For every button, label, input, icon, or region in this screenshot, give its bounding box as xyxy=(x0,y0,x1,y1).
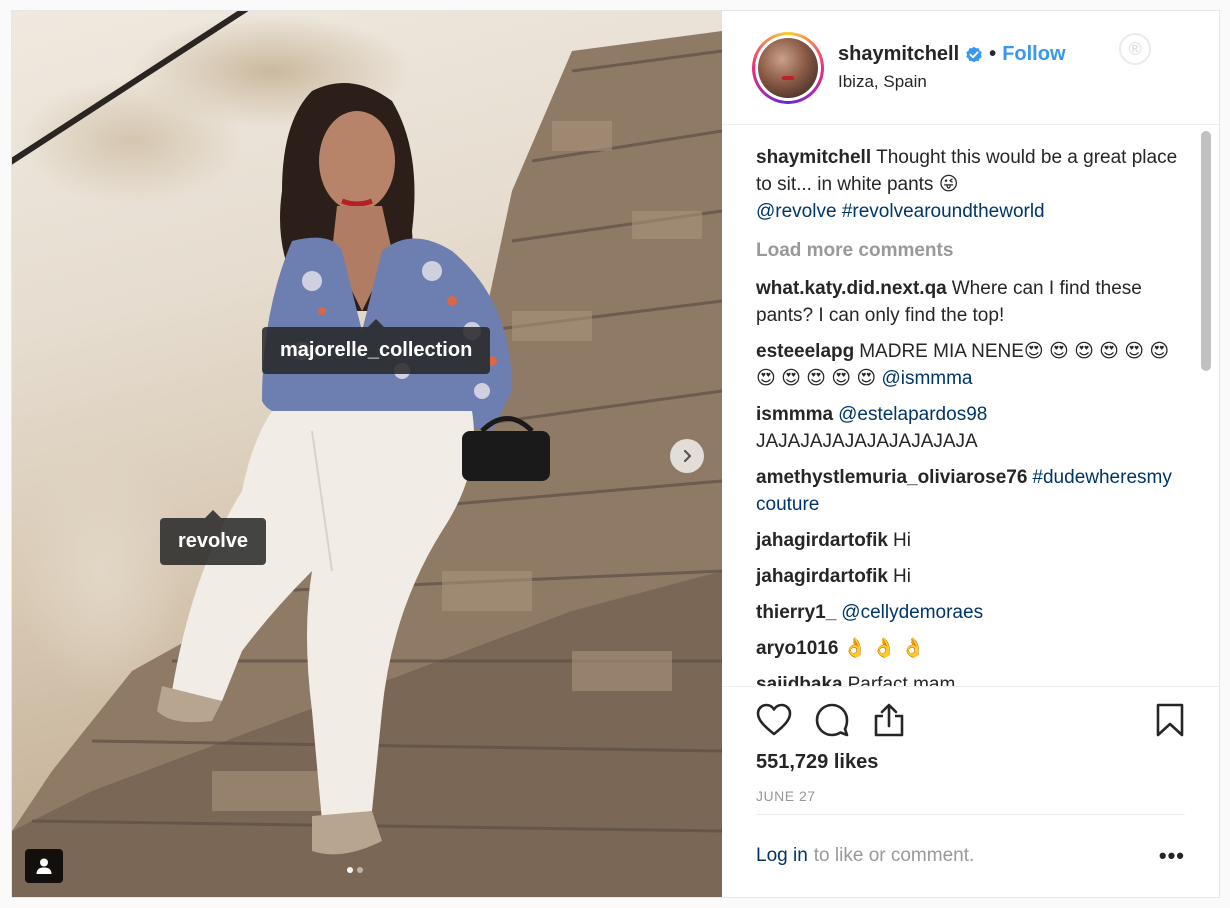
person-icon xyxy=(36,858,52,874)
likes-count[interactable]: 551,729 likes xyxy=(756,751,1185,774)
post-side-panel: ® shaymitchell • Follow Ibiza, Spain sha… xyxy=(722,11,1219,897)
follow-button[interactable]: Follow xyxy=(1002,43,1065,66)
comment-username[interactable]: aryo1016 xyxy=(756,638,838,659)
avatar[interactable] xyxy=(752,31,824,104)
comments-scrollbar[interactable] xyxy=(1201,131,1211,371)
login-bar: Log in to like or comment. ••• xyxy=(756,814,1185,896)
comment-item: sajidbaka Parfact mam xyxy=(756,671,1179,686)
login-prompt-text: to like or comment. xyxy=(813,844,975,866)
caption-username[interactable]: shaymitchell xyxy=(756,147,871,168)
header-user-line: shaymitchell • Follow xyxy=(838,43,1066,66)
header-username[interactable]: shaymitchell xyxy=(838,43,959,66)
post-caption: shaymitchell Thought this would be a grea… xyxy=(756,144,1179,225)
carousel-indicator xyxy=(347,867,363,873)
speech-bubble-icon xyxy=(815,703,849,737)
next-slide-button[interactable] xyxy=(670,439,704,473)
comment-button[interactable] xyxy=(814,702,850,738)
post-header: shaymitchell • Follow Ibiza, Spain xyxy=(722,11,1219,125)
header-text: shaymitchell • Follow Ibiza, Spain xyxy=(838,43,1066,92)
comment-text: Hi xyxy=(892,566,911,587)
comment-text: 👌 👌 👌 xyxy=(843,638,925,659)
photo-tag-revolve[interactable]: revolve xyxy=(160,510,267,565)
comment-username[interactable]: esteeelapg xyxy=(756,341,854,362)
comment-item: amethystlemuria_oliviarose76 #dudewheresm… xyxy=(756,464,1179,518)
comment-mention[interactable]: @cellydemoraes xyxy=(841,602,983,623)
comment-username[interactable]: thierry1_ xyxy=(756,602,836,623)
comment-item: jahagirdartofik Hi xyxy=(756,527,1179,554)
post-location[interactable]: Ibiza, Spain xyxy=(838,72,1066,92)
post-date[interactable]: JUNE 27 xyxy=(756,788,1185,804)
comment-text: JAJAJAJAJAJAJAJAJAJA xyxy=(756,431,978,452)
chevron-right-icon xyxy=(683,449,692,463)
photo-tag-label: majorelle_collection xyxy=(280,339,473,361)
comment-text: Hi xyxy=(892,530,911,551)
comment-mention[interactable]: @ismmma xyxy=(881,368,972,389)
comment-item: ismmma @estelapardos98 JAJAJAJAJAJAJAJAJA… xyxy=(756,401,1179,455)
like-button[interactable] xyxy=(756,703,792,737)
caption-mention[interactable]: @revolve xyxy=(756,201,837,222)
avatar-inner xyxy=(755,34,821,101)
comment-item: jahagirdartofik Hi xyxy=(756,563,1179,590)
more-options-button[interactable]: ••• xyxy=(1159,843,1185,869)
heart-icon xyxy=(756,703,792,736)
post-photo[interactable]: majorelle_collection revolve xyxy=(12,11,722,897)
comment-username[interactable]: amethystlemuria_oliviarose76 xyxy=(756,467,1027,488)
verified-badge-icon xyxy=(965,46,983,64)
share-icon xyxy=(874,703,904,737)
caption-hashtag[interactable]: #revolvearoundtheworld xyxy=(842,201,1045,222)
comment-username[interactable]: jahagirdartofik xyxy=(756,530,888,551)
load-more-comments-button[interactable]: Load more comments xyxy=(756,237,1179,264)
photo-tag-label: revolve xyxy=(178,530,249,552)
login-link[interactable]: Log in xyxy=(756,845,808,867)
photo-tag-majorelle[interactable]: majorelle_collection xyxy=(262,319,491,374)
comment-item: what.katy.did.next.qa Where can I find th… xyxy=(756,275,1179,329)
avatar-image xyxy=(758,37,818,98)
post-container: majorelle_collection revolve ® shaymitch… xyxy=(11,10,1220,898)
comment-username[interactable]: jahagirdartofik xyxy=(756,566,888,587)
share-button[interactable] xyxy=(872,702,906,738)
comments-list[interactable]: shaymitchell Thought this would be a grea… xyxy=(722,126,1219,686)
bookmark-icon xyxy=(1156,703,1184,737)
comment-mention[interactable]: @estelapardos98 xyxy=(838,404,987,425)
comment-item: aryo1016 👌 👌 👌 xyxy=(756,635,1179,662)
post-actions: 551,729 likes JUNE 27 xyxy=(722,686,1219,804)
carousel-dot-active xyxy=(347,867,353,873)
photo-person xyxy=(157,83,550,855)
save-button[interactable] xyxy=(1155,702,1185,738)
tagged-users-button[interactable] xyxy=(25,849,63,883)
comment-username[interactable]: sajidbaka xyxy=(756,674,843,686)
header-separator: • xyxy=(989,43,997,65)
comment-username[interactable]: what.katy.did.next.qa xyxy=(756,278,947,299)
comment-item: esteeelapg MADRE MIA NENE😍 😍 😍 😍 😍 😍 😍 😍 … xyxy=(756,338,1179,392)
carousel-dot xyxy=(357,867,363,873)
comment-item: thierry1_ @cellydemoraes xyxy=(756,599,1179,626)
comment-username[interactable]: ismmma xyxy=(756,404,833,425)
comment-text: Parfact mam xyxy=(847,674,956,686)
action-icons xyxy=(756,701,1185,739)
